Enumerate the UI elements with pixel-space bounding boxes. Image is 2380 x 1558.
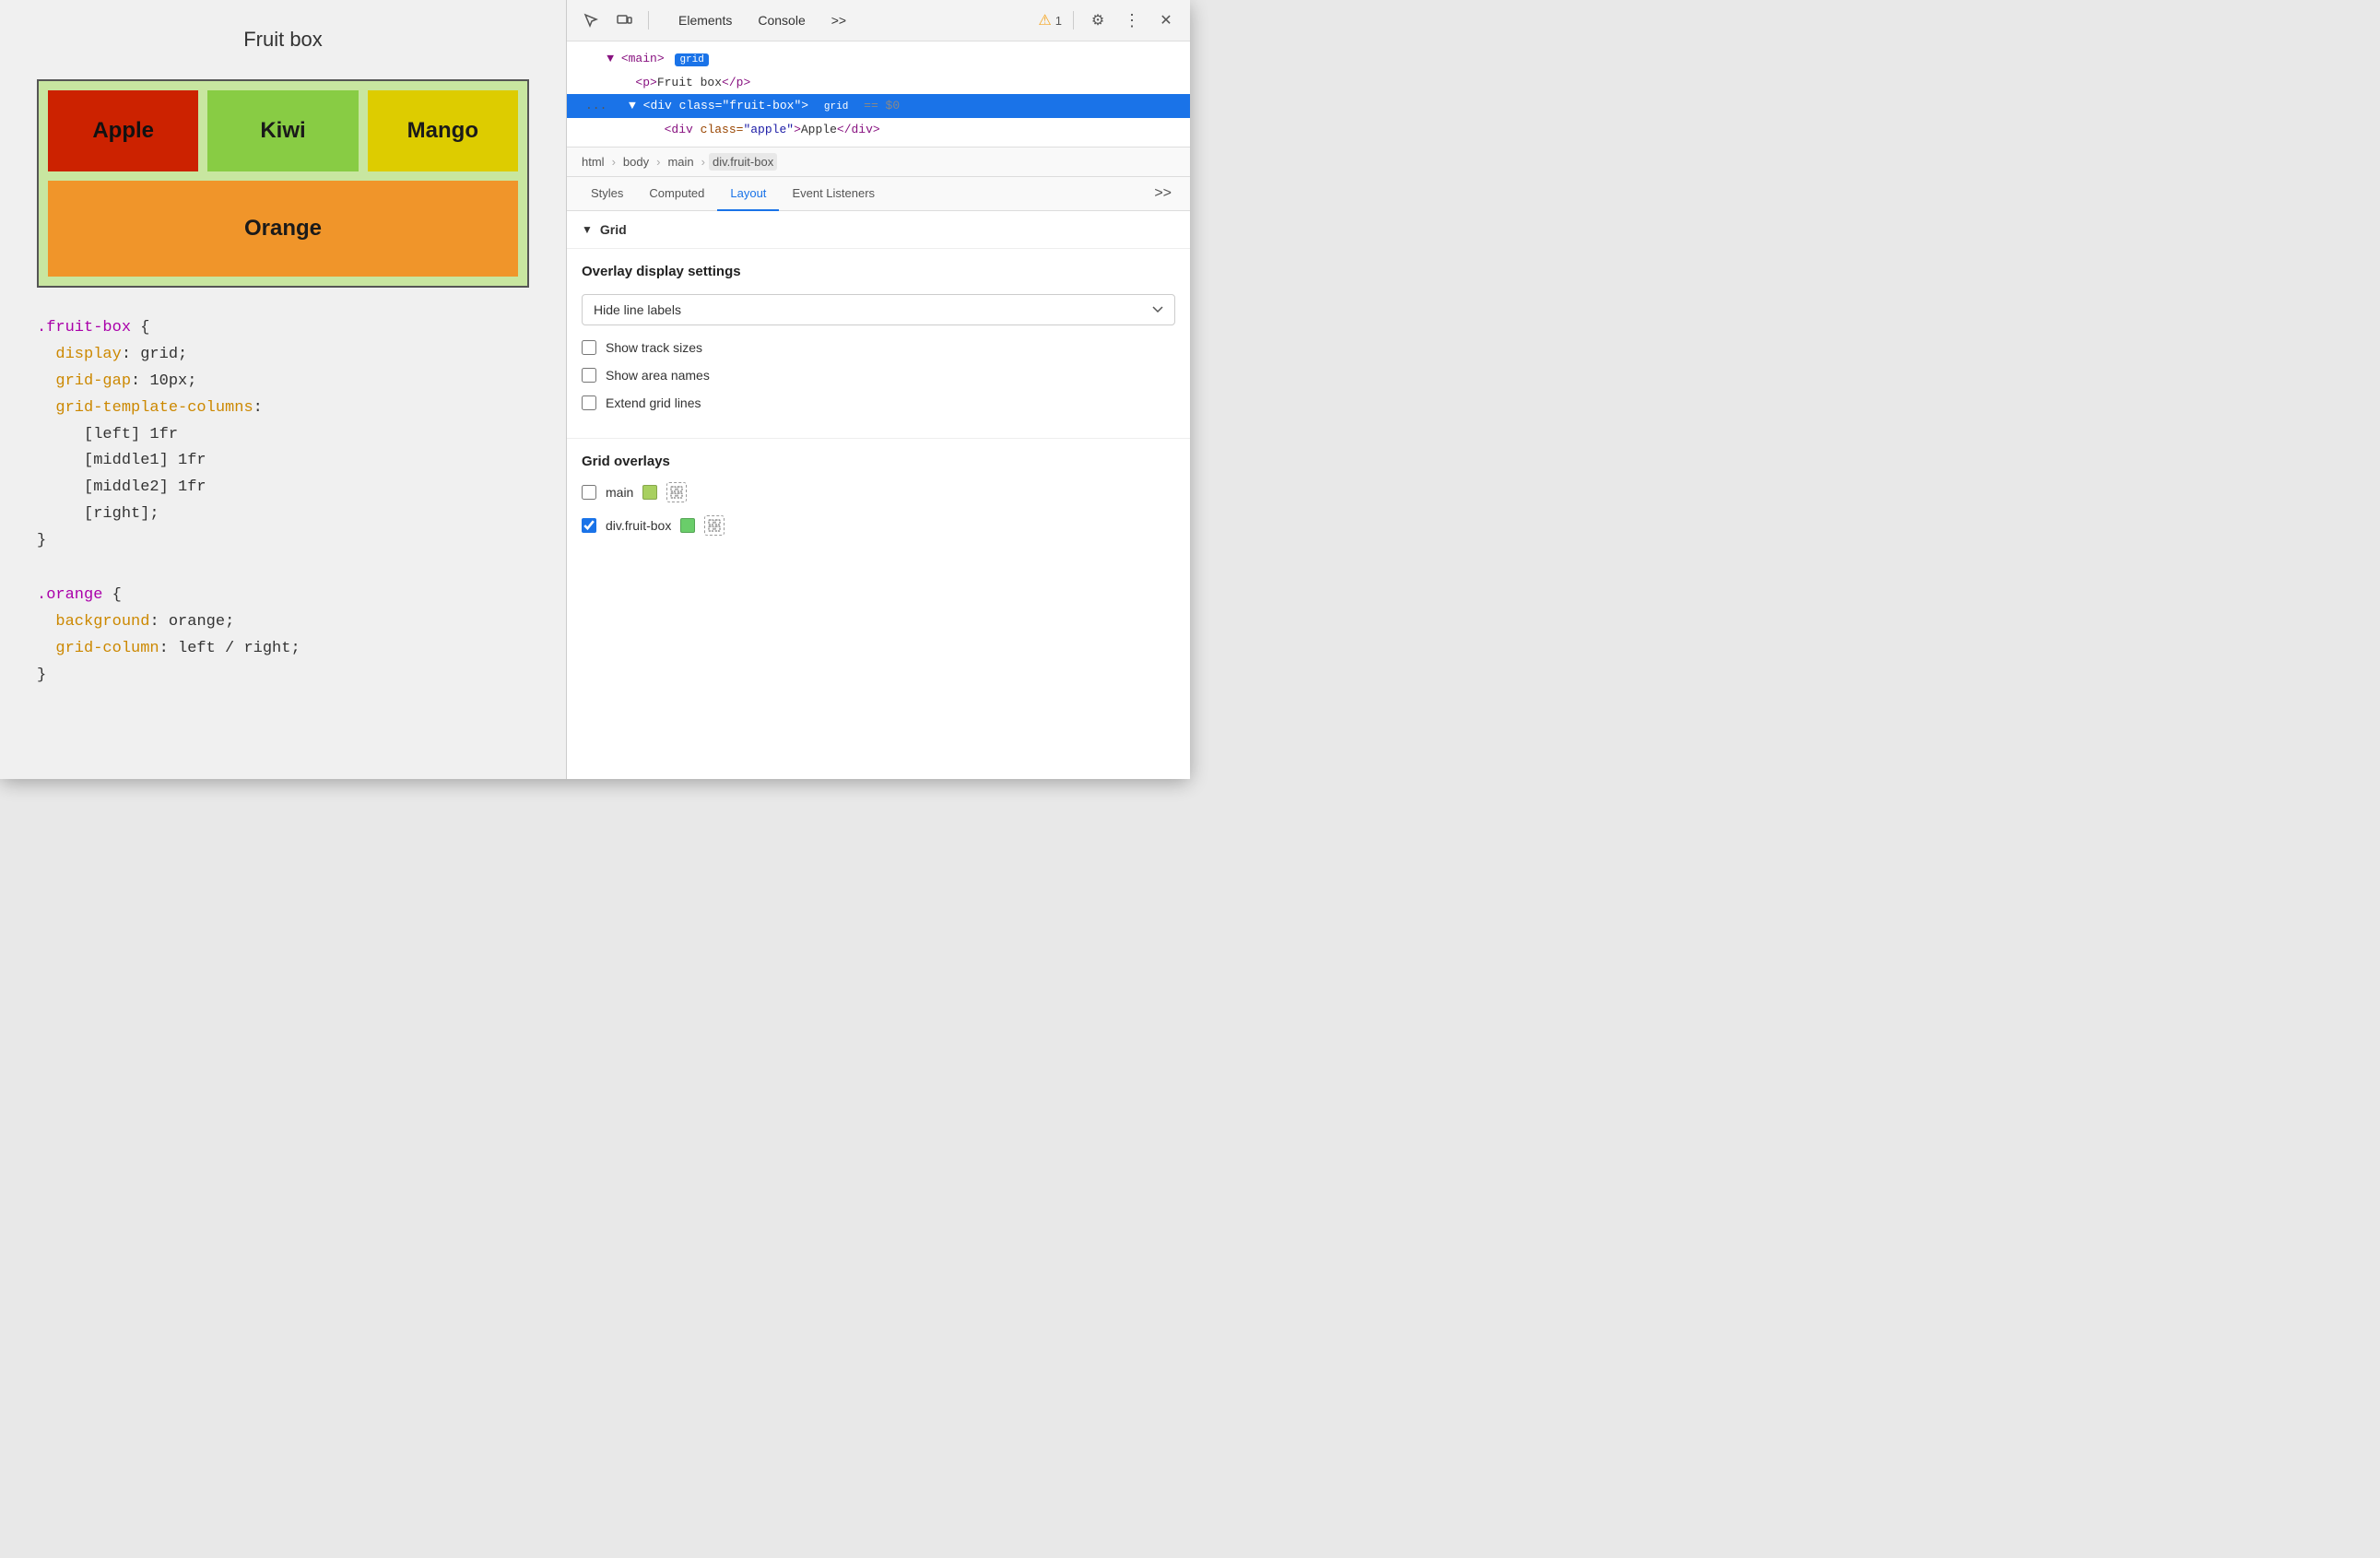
line-labels-dropdown[interactable]: Hide line labels Show line numbers Show … [582,294,1175,325]
grid-overlays-section: Grid overlays main [567,439,1190,563]
warning-icon: ⚠ [1038,11,1051,30]
extend-grid-lines-checkbox[interactable] [582,395,596,410]
close-icon[interactable]: ✕ [1153,7,1179,33]
toolbar-right: ⚠ 1 ⚙ ⋮ ✕ [1038,7,1179,33]
dom-line-apple[interactable]: <div class="apple">Apple</div> [567,118,1190,141]
overlay-row-main: main [582,482,1175,502]
orange-cell: Orange [48,181,518,277]
apple-cell: Apple [48,90,198,171]
dom-line-fruit-box[interactable]: ... ▼ <div class="fruit-box"> grid == $0 [567,94,1190,118]
tab-styles[interactable]: Styles [578,177,636,211]
breadcrumb-body[interactable]: body [619,153,653,171]
extend-grid-lines-label: Extend grid lines [606,395,701,410]
breadcrumb-main[interactable]: main [664,153,697,171]
code-block-fruit-box: .fruit-box { display: grid; grid-gap: 10… [37,315,529,555]
main-tabs: Elements Console >> [667,9,857,31]
dom-line-p[interactable]: <p>Fruit box</p> [567,71,1190,94]
inspector-icon[interactable] [578,7,604,33]
toolbar-divider-1 [648,11,649,30]
tab-computed[interactable]: Computed [636,177,717,211]
grid-overlays-title: Grid overlays [582,454,1175,469]
left-panel: Fruit box Apple Kiwi Mango Orange .fruit… [0,0,567,779]
breadcrumb-fruit-box[interactable]: div.fruit-box [709,153,777,171]
tab-layout[interactable]: Layout [717,177,779,211]
overlay-settings-section: Overlay display settings Hide line label… [567,249,1190,439]
panel-tabs: Styles Computed Layout Event Listeners >… [567,177,1190,211]
devtools-panel: Elements Console >> ⚠ 1 ⚙ ⋮ ✕ ▼ <main> g… [567,0,1190,779]
panel-tabs-more[interactable]: >> [1147,178,1179,209]
show-area-names-label: Show area names [606,368,710,383]
mango-cell: Mango [368,90,518,171]
overlay-fruit-box-label: div.fruit-box [606,518,671,533]
settings-icon[interactable]: ⚙ [1085,7,1111,33]
overlay-main-color-swatch[interactable] [642,485,657,500]
overlay-main-label: main [606,485,633,500]
overlay-fruit-box-checkbox[interactable] [582,518,596,533]
overlay-main-checkbox[interactable] [582,485,596,500]
fruit-grid: Apple Kiwi Mango Orange [37,79,529,288]
line-labels-dropdown-row: Hide line labels Show line numbers Show … [582,294,1175,325]
overlay-settings-title: Overlay display settings [582,264,1175,279]
show-area-names-row[interactable]: Show area names [582,368,1175,383]
breadcrumb-html[interactable]: html [578,153,608,171]
code-block-orange: .orange { background: orange; grid-colum… [37,583,529,690]
dom-line-main[interactable]: ▼ <main> grid [567,47,1190,71]
show-track-sizes-checkbox[interactable] [582,340,596,355]
overlay-row-fruit-box: div.fruit-box [582,515,1175,536]
tab-more-main[interactable]: >> [820,9,857,31]
overlay-main-grid-icon[interactable] [666,482,687,502]
tab-event-listeners[interactable]: Event Listeners [779,177,888,211]
dom-tree: ▼ <main> grid <p>Fruit box</p> ... ▼ <di… [567,41,1190,148]
show-area-names-checkbox[interactable] [582,368,596,383]
toolbar-divider-2 [1073,11,1074,30]
extend-grid-lines-row[interactable]: Extend grid lines [582,395,1175,410]
dom-ellipsis[interactable]: ... [578,99,614,112]
page-title: Fruit box [37,28,529,52]
breadcrumb: html › body › main › div.fruit-box [567,148,1190,177]
overlay-fruit-box-color-swatch[interactable] [680,518,695,533]
tab-elements[interactable]: Elements [667,9,743,31]
tab-console[interactable]: Console [747,9,816,31]
warning-badge: ⚠ 1 [1038,11,1062,30]
grid-badge-main: grid [675,53,708,66]
show-track-sizes-row[interactable]: Show track sizes [582,340,1175,355]
layout-content: ▼ Grid Overlay display settings Hide lin… [567,211,1190,779]
overlay-fruit-box-grid-icon[interactable] [704,515,725,536]
grid-badge-fruit-box: grid [819,100,853,113]
show-track-sizes-label: Show track sizes [606,340,702,355]
device-toolbar-icon[interactable] [611,7,637,33]
more-options-button[interactable]: ⋮ [1118,9,1146,32]
chevron-down-icon: ▼ [582,223,593,236]
kiwi-cell: Kiwi [207,90,358,171]
grid-section-header[interactable]: ▼ Grid [567,211,1190,249]
devtools-toolbar: Elements Console >> ⚠ 1 ⚙ ⋮ ✕ [567,0,1190,41]
